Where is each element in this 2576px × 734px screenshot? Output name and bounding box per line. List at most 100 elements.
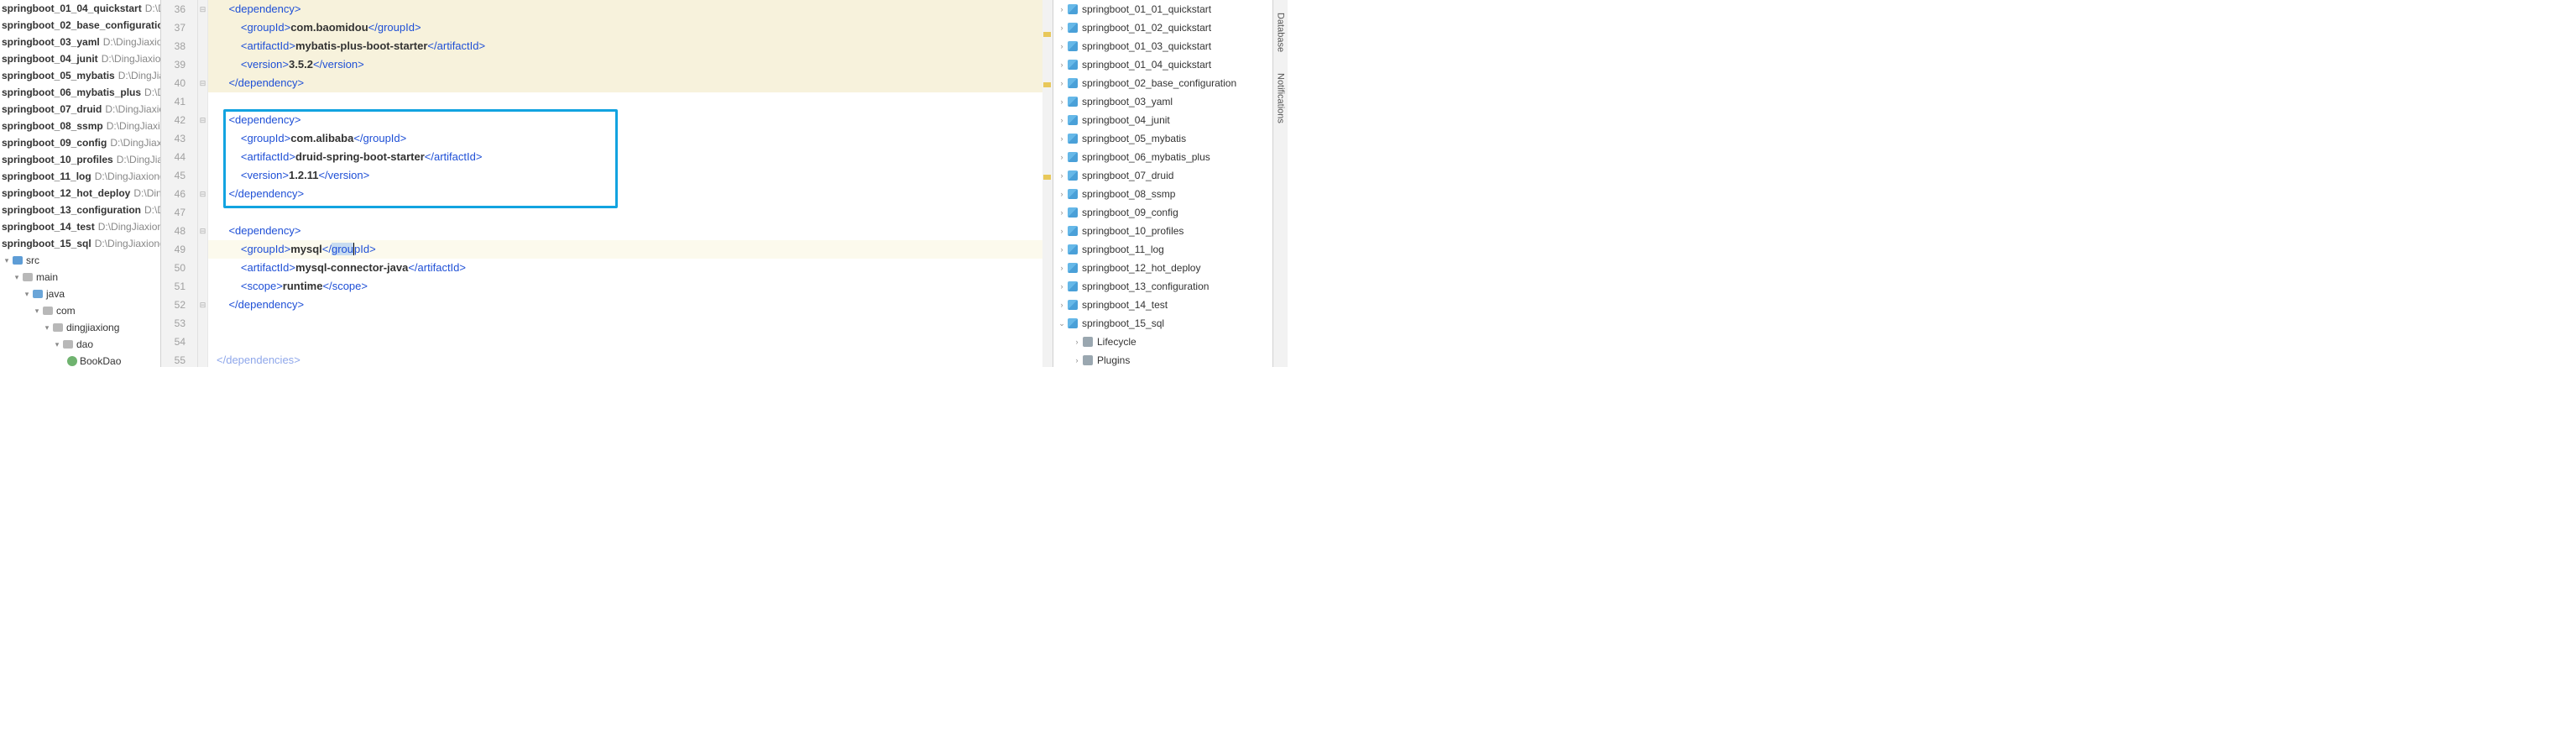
main-folder[interactable]: ▾main bbox=[0, 269, 160, 286]
maven-module[interactable]: ›springboot_04_junit bbox=[1053, 111, 1272, 129]
maven-module[interactable]: ›springboot_05_mybatis bbox=[1053, 129, 1272, 148]
module-item[interactable]: springboot_11_logD:\DingJiaxiong\IdeaPro… bbox=[0, 168, 160, 185]
fold-handle[interactable]: ⊟ bbox=[198, 185, 207, 203]
chevron-right-icon: › bbox=[1057, 227, 1067, 235]
module-icon bbox=[1067, 262, 1079, 274]
code-line[interactable]: <dependency> bbox=[208, 0, 1042, 18]
fold-handle[interactable]: ⊟ bbox=[198, 222, 207, 240]
code-line[interactable] bbox=[208, 92, 1042, 111]
warning-marker[interactable] bbox=[1043, 175, 1051, 180]
chevron-down-icon: ▾ bbox=[52, 336, 62, 353]
module-icon bbox=[1067, 207, 1079, 218]
fold-handle[interactable]: ⊟ bbox=[198, 0, 207, 18]
line-number: 47 bbox=[161, 203, 197, 222]
maven-module[interactable]: ›springboot_01_04_quickstart bbox=[1053, 55, 1272, 74]
maven-module[interactable]: ›springboot_03_yaml bbox=[1053, 92, 1272, 111]
module-item[interactable]: springboot_13_configurationD:\DingJiaxio… bbox=[0, 202, 160, 218]
code-line[interactable]: <groupId>com.alibaba</groupId> bbox=[208, 129, 1042, 148]
maven-module[interactable]: ›springboot_07_druid bbox=[1053, 166, 1272, 185]
maven-module[interactable]: ›springboot_01_01_quickstart bbox=[1053, 0, 1272, 18]
module-item[interactable]: springboot_03_yamlD:\DingJiaxiong\IdeaPr… bbox=[0, 34, 160, 50]
line-number: 42 bbox=[161, 111, 197, 129]
code-line[interactable]: <artifactId>mybatis-plus-boot-starter</a… bbox=[208, 37, 1042, 55]
maven-module[interactable]: ›springboot_06_mybatis_plus bbox=[1053, 148, 1272, 166]
maven-panel[interactable]: ›springboot_01_01_quickstart ›springboot… bbox=[1053, 0, 1272, 367]
module-item[interactable]: springboot_02_base_configurationD:\DingJ… bbox=[0, 17, 160, 34]
line-number: 38 bbox=[161, 37, 197, 55]
code-line[interactable] bbox=[208, 333, 1042, 351]
fold-column[interactable]: ⊟ ⊟ ⊟ ⊟ ⊟ ⊟ bbox=[198, 0, 208, 367]
code-line[interactable]: <dependency> bbox=[208, 111, 1042, 129]
warning-marker[interactable] bbox=[1043, 32, 1051, 37]
code-line[interactable]: </dependencies> bbox=[208, 351, 1042, 367]
maven-module[interactable]: ›springboot_10_profiles bbox=[1053, 222, 1272, 240]
module-item[interactable]: springboot_08_ssmpD:\DingJiaxiong\IdeaPr… bbox=[0, 118, 160, 134]
code-line[interactable]: <artifactId>druid-spring-boot-starter</a… bbox=[208, 148, 1042, 166]
package-folder[interactable]: ▾dingjiaxiong bbox=[0, 319, 160, 336]
code-line[interactable]: <version>3.5.2</version> bbox=[208, 55, 1042, 74]
module-item[interactable]: springboot_10_profilesD:\DingJiaxiong\Id… bbox=[0, 151, 160, 168]
java-folder[interactable]: ▾java bbox=[0, 286, 160, 302]
database-tab[interactable]: Database bbox=[1274, 0, 1288, 60]
notifications-tab[interactable]: Notifications bbox=[1274, 60, 1288, 132]
module-icon bbox=[1067, 133, 1079, 144]
module-icon bbox=[1067, 244, 1079, 255]
module-item[interactable]: springboot_01_04_quickstartD:\DingJiaxio… bbox=[0, 0, 160, 17]
module-item[interactable]: springboot_05_mybatisD:\DingJiaxiong\Ide… bbox=[0, 67, 160, 84]
code-line[interactable] bbox=[208, 314, 1042, 333]
maven-module[interactable]: ›springboot_02_base_configuration bbox=[1053, 74, 1272, 92]
code-line[interactable]: <groupId>mysql</groupId> bbox=[208, 240, 1042, 259]
maven-module[interactable]: ›springboot_08_ssmp bbox=[1053, 185, 1272, 203]
code-line[interactable]: </dependency> bbox=[208, 74, 1042, 92]
chevron-right-icon: › bbox=[1057, 245, 1067, 254]
chevron-down-icon: ▾ bbox=[32, 302, 42, 319]
java-file[interactable]: BookDao bbox=[0, 353, 160, 367]
code-editor[interactable]: <dependency> <groupId>com.baomidou</grou… bbox=[208, 0, 1042, 367]
editor-gutter[interactable]: 36 37 38 39 40 41 42 43 44 45 46 47 48 4… bbox=[161, 0, 198, 367]
module-item[interactable]: springboot_04_junitD:\DingJiaxiong\IdeaP… bbox=[0, 50, 160, 67]
module-item[interactable]: springboot_07_druidD:\DingJiaxiong\IdeaP… bbox=[0, 101, 160, 118]
line-number: 49 bbox=[161, 240, 197, 259]
code-line[interactable]: <artifactId>mysql-connector-java</artifa… bbox=[208, 259, 1042, 277]
package-folder[interactable]: ▾dao bbox=[0, 336, 160, 353]
chevron-right-icon: › bbox=[1057, 60, 1067, 69]
fold-handle[interactable]: ⊟ bbox=[198, 111, 207, 129]
code-line[interactable]: <scope>runtime</scope> bbox=[208, 277, 1042, 296]
line-number: 55 bbox=[161, 351, 197, 370]
module-item[interactable]: springboot_12_hot_deployD:\DingJiaxiong\… bbox=[0, 185, 160, 202]
warning-marker[interactable] bbox=[1043, 82, 1051, 87]
fold-handle[interactable]: ⊟ bbox=[198, 296, 207, 314]
maven-module[interactable]: ›springboot_01_03_quickstart bbox=[1053, 37, 1272, 55]
fold-handle[interactable]: ⊟ bbox=[198, 74, 207, 92]
maven-module[interactable]: ⌄springboot_15_sql bbox=[1053, 314, 1272, 333]
maven-module[interactable]: ›springboot_12_hot_deploy bbox=[1053, 259, 1272, 277]
maven-module[interactable]: ›springboot_14_test bbox=[1053, 296, 1272, 314]
code-line[interactable]: <dependency> bbox=[208, 222, 1042, 240]
code-line[interactable]: <version>1.2.11</version> bbox=[208, 166, 1042, 185]
code-line[interactable] bbox=[208, 203, 1042, 222]
error-stripe[interactable] bbox=[1042, 0, 1053, 367]
code-line[interactable]: </dependency> bbox=[208, 185, 1042, 203]
module-item[interactable]: springboot_09_configD:\DingJiaxiong\Idea… bbox=[0, 134, 160, 151]
module-item[interactable]: springboot_14_testD:\DingJiaxiong\IdeaPr… bbox=[0, 218, 160, 235]
line-number: 52 bbox=[161, 296, 197, 314]
module-icon bbox=[1067, 151, 1079, 163]
maven-lifecycle[interactable]: ›Lifecycle bbox=[1053, 333, 1272, 351]
project-tree[interactable]: springboot_01_04_quickstartD:\DingJiaxio… bbox=[0, 0, 161, 367]
chevron-right-icon: › bbox=[1057, 24, 1067, 32]
code-line[interactable]: </dependency> bbox=[208, 296, 1042, 314]
code-line[interactable]: <groupId>com.baomidou</groupId> bbox=[208, 18, 1042, 37]
module-item[interactable]: springboot_06_mybatis_plusD:\DingJiaxion… bbox=[0, 84, 160, 101]
module-item[interactable]: springboot_15_sqlD:\DingJiaxiong\IdeaPro… bbox=[0, 235, 160, 252]
line-number: 36 bbox=[161, 0, 197, 18]
maven-module[interactable]: ›springboot_11_log bbox=[1053, 240, 1272, 259]
line-number: 45 bbox=[161, 166, 197, 185]
maven-module[interactable]: ›springboot_01_02_quickstart bbox=[1053, 18, 1272, 37]
maven-module[interactable]: ›springboot_13_configuration bbox=[1053, 277, 1272, 296]
maven-plugins[interactable]: ›Plugins bbox=[1053, 351, 1272, 367]
maven-module[interactable]: ›springboot_09_config bbox=[1053, 203, 1272, 222]
package-folder[interactable]: ▾com bbox=[0, 302, 160, 319]
src-folder[interactable]: ▾src bbox=[0, 252, 160, 269]
line-number: 44 bbox=[161, 148, 197, 166]
module-icon bbox=[1067, 96, 1079, 107]
